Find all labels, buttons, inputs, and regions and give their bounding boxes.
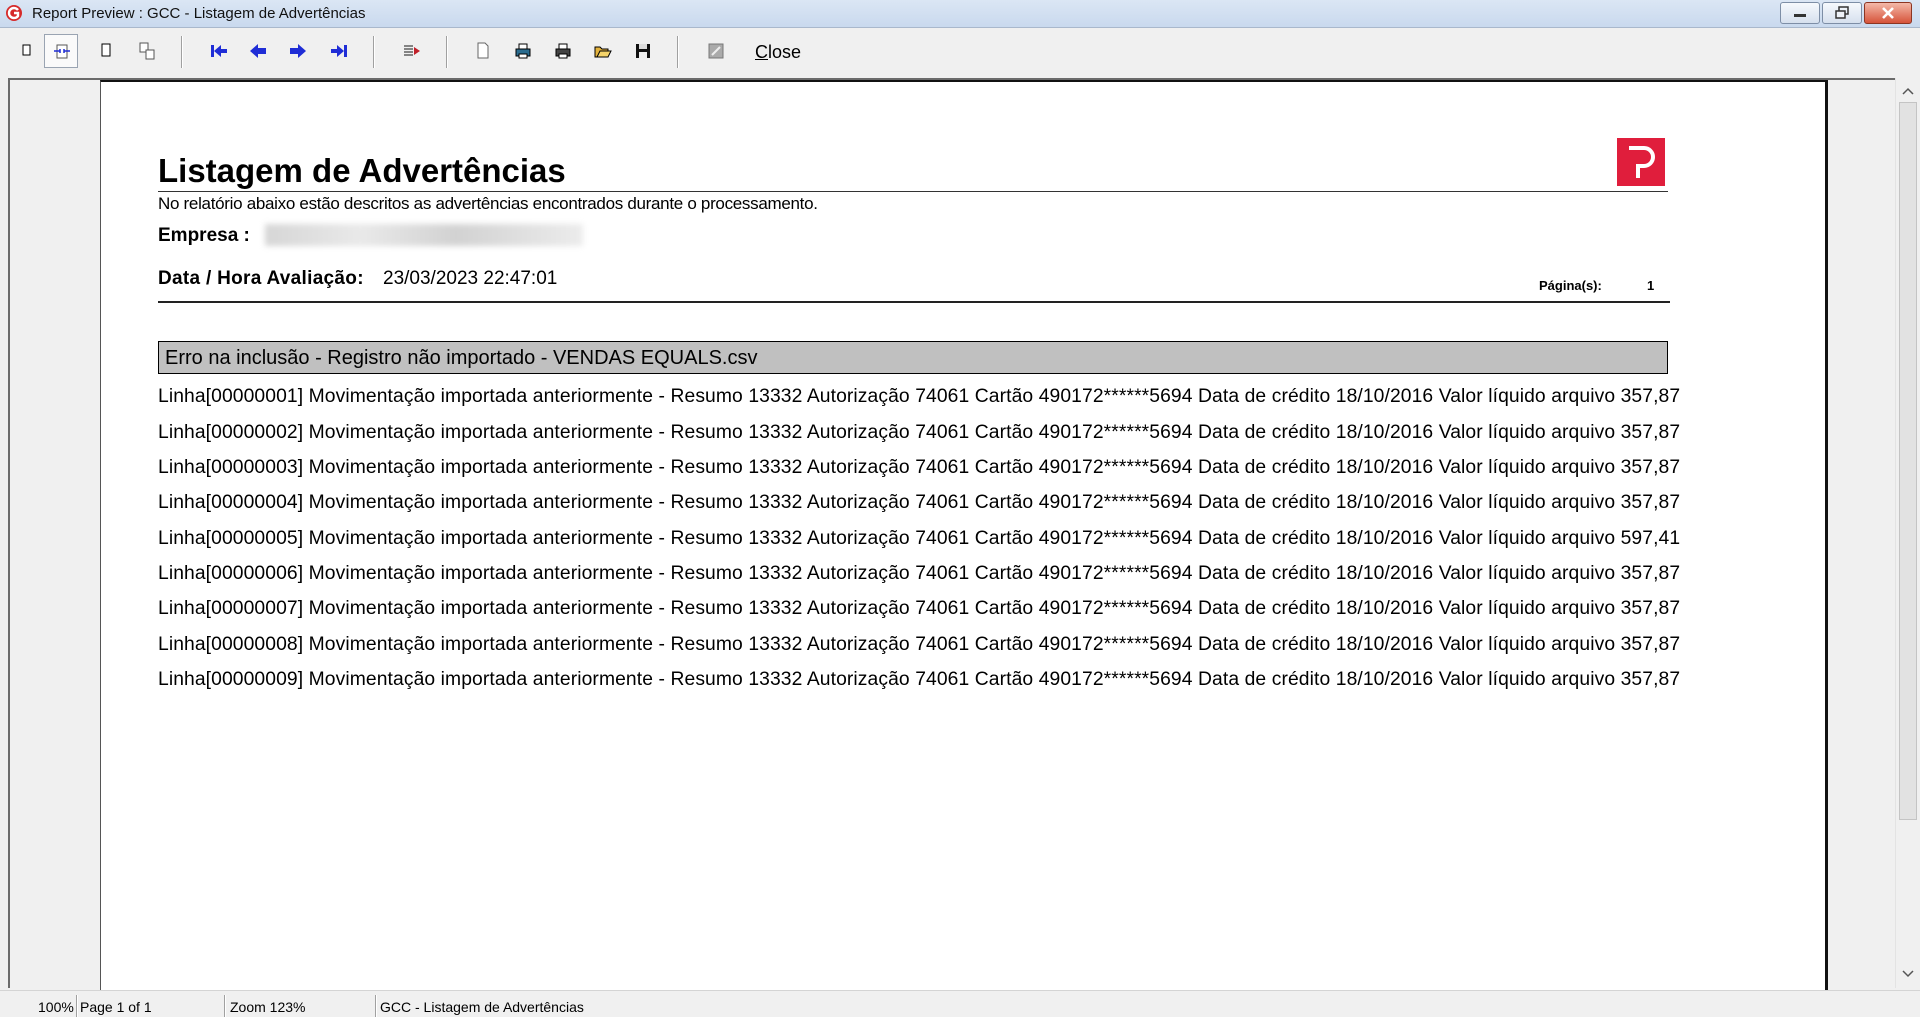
save-button[interactable]: [626, 34, 660, 68]
printer-setup-icon: [515, 43, 531, 59]
report-title: Listagem de Advertências: [158, 152, 566, 189]
page-setup-icon: [477, 42, 489, 59]
minimize-icon: [1794, 14, 1806, 17]
page-width-button[interactable]: [44, 34, 78, 68]
open-file-icon: [594, 46, 612, 58]
previous-page-button[interactable]: [241, 34, 275, 68]
last-page-button[interactable]: [322, 34, 356, 68]
datetime-label: Data / Hora Avaliação:: [158, 268, 364, 289]
scroll-down-icon[interactable]: [1902, 969, 1914, 979]
single-page-button[interactable]: [10, 34, 44, 68]
scroll-up-icon[interactable]: [1902, 86, 1914, 96]
last-page-icon: [331, 45, 347, 57]
status-percent: 100%: [38, 999, 74, 1015]
status-bar: 100% Page 1 of 1 Zoom 123% GCC - Listage…: [0, 990, 1920, 1017]
full-page-icon: [101, 43, 111, 57]
datetime-value: 23/03/2023 22:47:01: [383, 268, 558, 289]
report-subtitle: No relatório abaixo estão descritos as a…: [158, 194, 818, 213]
report-line: Linha[00000007] Movimentação importada a…: [158, 598, 1681, 619]
export-button[interactable]: [699, 34, 733, 68]
full-page-button[interactable]: [88, 34, 122, 68]
report-line: Linha[00000009] Movimentação importada a…: [158, 669, 1681, 690]
page-setup-button[interactable]: [466, 34, 500, 68]
next-page-button[interactable]: [281, 34, 315, 68]
company-logo: [1617, 138, 1665, 186]
pages-value: 1: [1647, 278, 1655, 293]
report-line: Linha[00000008] Movimentação importada a…: [158, 634, 1681, 655]
window-title: Report Preview : GCC - Listagem de Adver…: [32, 5, 366, 22]
report-line: Linha[00000004] Movimentação importada a…: [158, 492, 1681, 513]
status-zoom: Zoom 123%: [230, 999, 306, 1015]
group-header-text: Erro na inclusão - Registro não importad…: [165, 347, 758, 369]
brand-logo-icon: [1629, 146, 1655, 178]
restore-button[interactable]: [1822, 2, 1862, 24]
previous-page-icon: [250, 44, 266, 58]
goto-page-icon: [404, 45, 420, 56]
header-divider: [158, 301, 1670, 303]
pages-label: Página(s):: [1539, 278, 1602, 293]
window-close-button[interactable]: [1864, 2, 1912, 24]
save-icon: [636, 44, 650, 58]
export-icon: [708, 43, 724, 59]
empresa-label: Empresa :: [158, 225, 250, 246]
close-label-rest: lose: [768, 42, 802, 62]
report-line: Linha[00000003] Movimentação importada a…: [158, 457, 1681, 478]
close-button[interactable]: Close: [755, 42, 801, 63]
multi-page-button[interactable]: [130, 34, 164, 68]
first-page-button[interactable]: [202, 34, 236, 68]
report-line: Linha[00000005] Movimentação importada a…: [158, 528, 1681, 549]
window-titlebar: Report Preview : GCC - Listagem de Adver…: [0, 0, 1920, 28]
close-icon: [1882, 7, 1894, 19]
report-line: Linha[00000001] Movimentação importada a…: [158, 386, 1681, 407]
empresa-value-redacted: [265, 224, 583, 246]
title-divider: [158, 191, 1668, 192]
page-width-icon: [54, 44, 70, 59]
single-page-icon: [22, 44, 31, 56]
minimize-button[interactable]: [1780, 2, 1820, 24]
status-page: Page 1 of 1: [80, 999, 152, 1015]
next-page-icon: [290, 44, 306, 58]
print-button[interactable]: [546, 34, 580, 68]
app-logo-icon: [6, 5, 22, 21]
report-line: Linha[00000002] Movimentação importada a…: [158, 422, 1681, 443]
printer-setup-button[interactable]: [506, 34, 540, 68]
print-icon: [555, 43, 571, 59]
multi-page-icon: [139, 42, 155, 60]
open-button[interactable]: [586, 34, 620, 68]
first-page-icon: [211, 45, 227, 57]
vertical-scrollbar[interactable]: [1895, 78, 1920, 988]
group-header: Erro na inclusão - Registro não importad…: [158, 341, 1668, 374]
status-report-name: GCC - Listagem de Advertências: [380, 999, 584, 1015]
goto-page-button[interactable]: [395, 34, 429, 68]
report-line: Linha[00000006] Movimentação importada a…: [158, 563, 1681, 584]
restore-icon: [1835, 6, 1849, 19]
toolbar: Close: [0, 28, 1920, 74]
scrollbar-thumb[interactable]: [1899, 102, 1917, 820]
